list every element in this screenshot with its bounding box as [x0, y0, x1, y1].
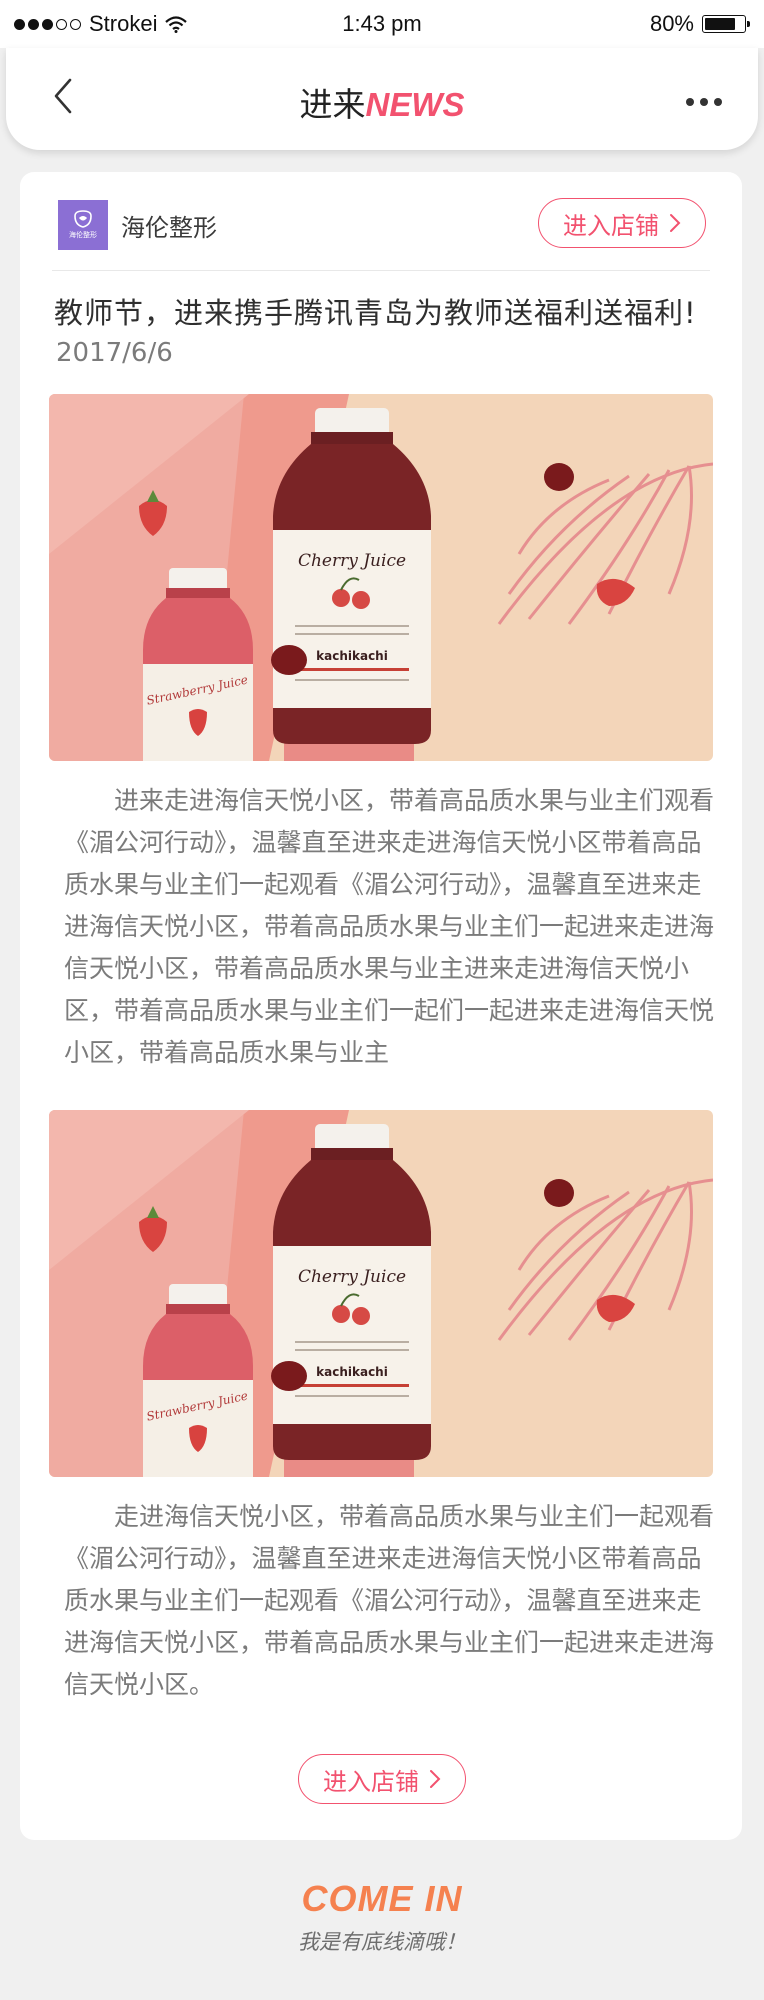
shop-logo[interactable]: 海伦整形 — [58, 200, 108, 250]
article-paragraph-1: 进来走进海信天悦小区，带着高品质水果与业主们观看《湄公河行动》，温馨直至进来走进… — [64, 780, 724, 1074]
more-dots-icon[interactable] — [686, 98, 722, 106]
battery-level — [705, 18, 736, 30]
enter-shop-bottom-button[interactable]: 进入店铺 — [298, 1754, 466, 1804]
article-image-2[interactable]: Cherry Juice kachikachi Strawberry Juice — [49, 1110, 713, 1477]
logo-text: 海伦整形 — [69, 231, 97, 239]
enter-shop-button[interactable]: 进入店铺 — [538, 198, 706, 248]
article-date: 2017/6/6 — [56, 338, 173, 368]
shop-name[interactable]: 海伦整形 — [121, 208, 217, 243]
big-bottle-label: Cherry Juice — [298, 551, 406, 571]
article-card: 海伦整形 海伦整形 进入店铺 教师节，进来携手腾讯青岛为教师送福利送福利! 20… — [20, 172, 742, 1840]
footer-subtitle: 我是有底线滴哦！ — [298, 1930, 466, 1954]
enter-shop-bottom-label: 进入店铺 — [323, 1767, 419, 1796]
juice-photo-2: Cherry Juice kachikachi Strawberry Juice — [49, 1110, 713, 1477]
big-bottle-label-2: Cherry Juice — [298, 1267, 406, 1287]
big-bottle-brand: kachikachi — [316, 649, 388, 663]
article-paragraph-2-text: 走进海信天悦小区，带着高品质水果与业主们一起观看《湄公河行动》，温馨直至进来走进… — [64, 1502, 715, 1699]
battery-percent: 80% — [649, 11, 694, 36]
article-paragraph-1-text: 进来走进海信天悦小区，带着高品质水果与业主们观看《湄公河行动》，温馨直至进来走进… — [64, 786, 715, 1067]
chevron-right-icon — [670, 214, 681, 232]
nav-bar: 进来NEWS — [6, 48, 758, 150]
divider — [52, 270, 710, 271]
page-title: 进来NEWS — [6, 78, 758, 126]
page-title-main: 进来 — [299, 85, 366, 124]
big-bottle-brand-2: kachikachi — [316, 1365, 388, 1379]
enter-shop-label: 进入店铺 — [563, 211, 659, 240]
footer-title: COME IN — [301, 1878, 463, 1919]
juice-photo: Cherry Juice kachikachi Strawberry Juice — [49, 394, 713, 761]
page-title-accent: NEWS — [365, 86, 465, 123]
status-bar: Strokei 1:43 pm 80% — [0, 0, 764, 48]
battery-icon — [702, 15, 750, 33]
article-paragraph-2: 走进海信天悦小区，带着高品质水果与业主们一起观看《湄公河行动》，温馨直至进来走进… — [64, 1496, 724, 1706]
article-image[interactable]: Cherry Juice kachikachi Strawberry Juice — [49, 394, 713, 761]
chevron-right-icon — [430, 1770, 441, 1788]
article-title: 教师节，进来携手腾讯青岛为教师送福利送福利! — [54, 296, 697, 330]
logo-mark-icon — [74, 210, 92, 228]
status-right: 80% — [649, 11, 750, 37]
